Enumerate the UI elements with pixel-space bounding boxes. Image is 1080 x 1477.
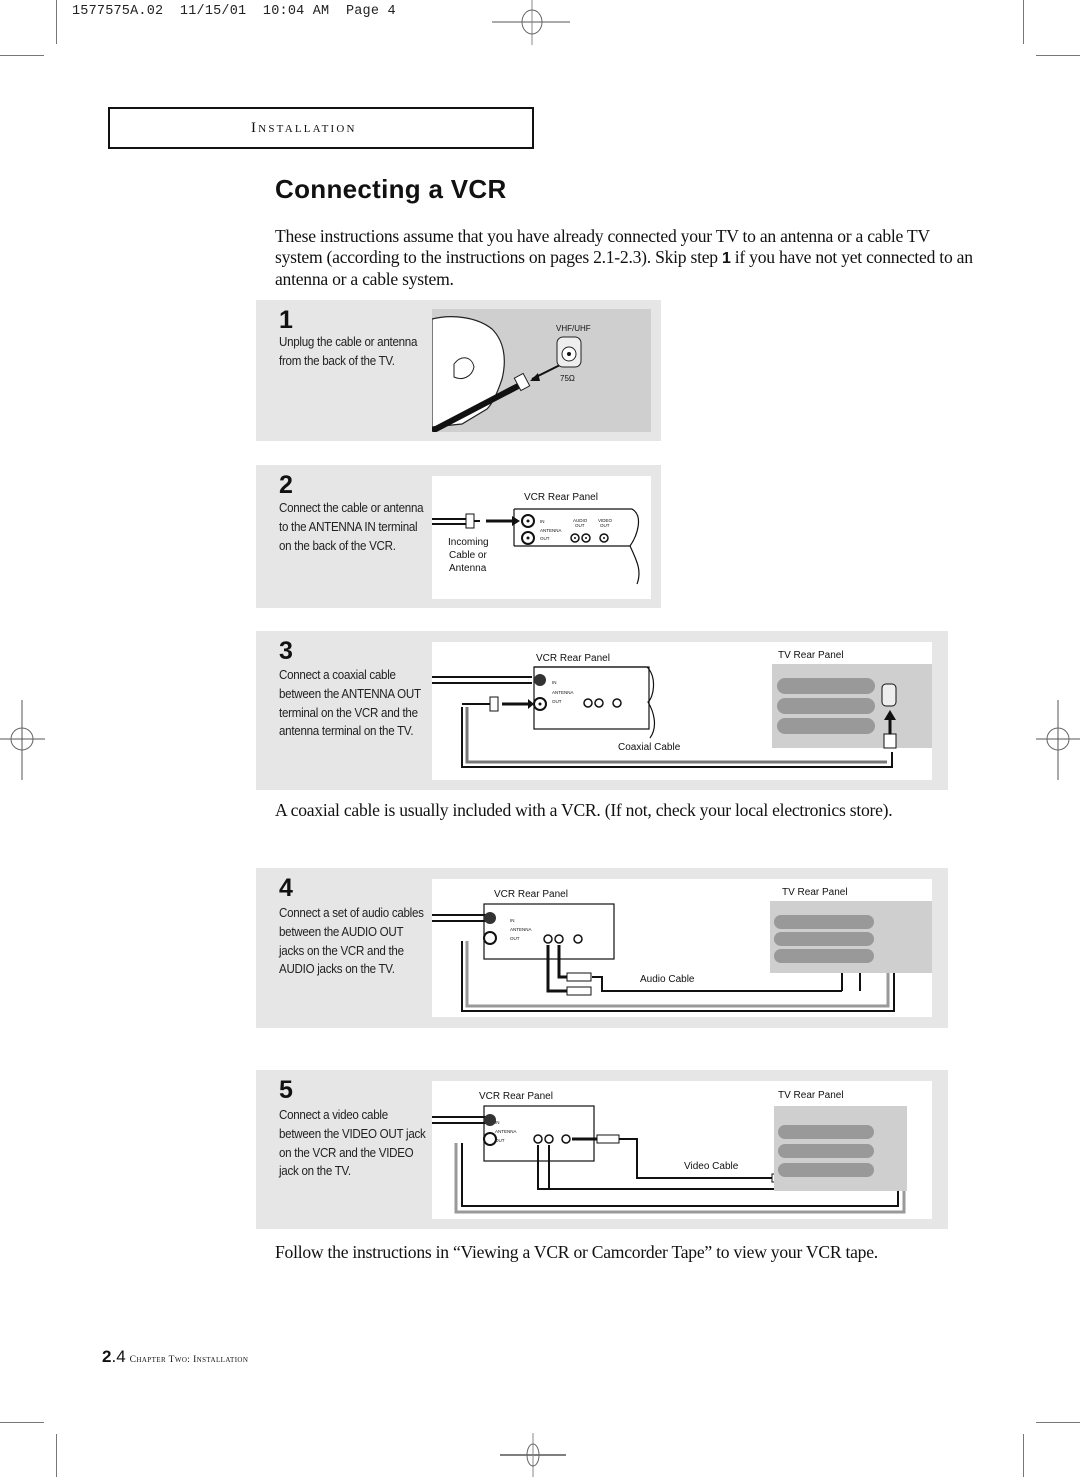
tv-jack-rows (777, 678, 875, 734)
registration-mark-icon (1036, 700, 1080, 780)
svg-text:IN: IN (540, 519, 545, 524)
chapter-label: Chapter Two: Installation (129, 1355, 249, 1365)
step-text: Unplug the cable or antenna from the bac… (279, 335, 418, 368)
vcr-panel-title: VCR Rear Panel (536, 653, 610, 664)
svg-text:Cable or: Cable or (449, 550, 487, 561)
section-header: Installation (108, 107, 534, 149)
svg-text:ANTENNA: ANTENNA (495, 1129, 517, 1134)
svg-text:OUT: OUT (575, 523, 585, 528)
crop-mark (1036, 55, 1080, 56)
svg-text:ANTENNA: ANTENNA (552, 690, 574, 695)
step-reference: 1 (721, 249, 731, 267)
crop-mark (1023, 1434, 1024, 1477)
impedance-label: 75Ω (560, 374, 575, 383)
tv-panel-title: TV Rear Panel (782, 887, 848, 898)
step-3: 3 Connect a coaxial cable between the AN… (256, 631, 948, 790)
page-footer: 2.4 Chapter Two: Installation (102, 1347, 248, 1367)
svg-text:Antenna: Antenna (449, 563, 487, 574)
unplug-cable-illustration: VHF/UHF 75Ω (432, 316, 591, 432)
vcr-rear-panel (533, 666, 650, 730)
intro-paragraph: These instructions assume that you have … (275, 226, 973, 289)
svg-text:IN: IN (510, 918, 515, 923)
step-text: Connect the cable or antenna to the ANTE… (279, 501, 424, 553)
step-1-figure: VHF/UHF 75Ω (432, 309, 651, 432)
svg-text:OUT: OUT (600, 523, 610, 528)
step-3-figure: VCR Rear Panel IN ANTENNA OUT Coaxial Cabl… (432, 642, 932, 780)
vcr-panel-title: VCR Rear Panel (479, 1091, 553, 1102)
svg-text:IN: IN (552, 680, 557, 685)
vhf-uhf-label: VHF/UHF (556, 324, 591, 333)
crop-mark (1023, 0, 1024, 44)
step-number: 4 (279, 874, 293, 902)
svg-text:ANTENNA: ANTENNA (540, 528, 562, 533)
tv-panel-title: TV Rear Panel (778, 650, 844, 661)
svg-text:OUT: OUT (552, 699, 562, 704)
crop-mark (56, 0, 57, 44)
closing-paragraph: Follow the instructions in “Viewing a VC… (275, 1242, 878, 1262)
tv-panel-title: TV Rear Panel (778, 1090, 844, 1101)
step-4: 4 Connect a set of audio cables between … (256, 868, 948, 1028)
step-2: 2 Connect the cable or antenna to the AN… (256, 465, 661, 608)
section-header-label: Installation (251, 120, 357, 136)
coax-connector-icon (465, 513, 475, 529)
svg-text:Incoming: Incoming (448, 537, 489, 548)
page-title: Connecting a VCR (275, 174, 507, 204)
page-number: 2.4 (102, 1347, 126, 1366)
svg-text:ANTENNA: ANTENNA (510, 927, 532, 932)
step-number: 3 (279, 637, 293, 665)
registration-mark-icon (492, 0, 570, 45)
cable-label: Coaxial Cable (618, 742, 681, 753)
step-text: Connect a set of audio cables between th… (279, 906, 424, 977)
crop-mark (56, 1434, 57, 1477)
step-1: 1 Unplug the cable or antenna from the b… (256, 300, 661, 441)
step-4-figure: VCR Rear Panel IN ANTENNA OUT Audio Cable … (432, 879, 932, 1017)
crop-mark (0, 55, 44, 56)
step-number: 2 (279, 471, 293, 499)
cable-label: Video Cable (684, 1161, 739, 1172)
step-5: 5 Connect a video cable between the VIDE… (256, 1070, 948, 1229)
vcr-panel-title: VCR Rear Panel (494, 889, 568, 900)
print-slug: 1577575A.02 11/15/01 10:04 AM Page 4 (72, 4, 396, 19)
svg-text:IN: IN (495, 1120, 500, 1125)
step-2-figure: VCR Rear Panel IN ANTENNA OUT AUDIO OUT … (432, 476, 651, 599)
svg-text:OUT: OUT (495, 1138, 505, 1143)
note-paragraph: A coaxial cable is usually included with… (275, 800, 893, 820)
registration-mark-icon (500, 1433, 566, 1477)
step-number: 5 (279, 1076, 293, 1104)
step-number: 1 (279, 306, 293, 334)
step-5-figure: VCR Rear Panel IN ANTENNA OUT Video Cable … (432, 1081, 932, 1219)
vcr-panel-title: VCR Rear Panel (524, 492, 598, 503)
registration-mark-icon (0, 700, 45, 780)
step-text: Connect a video cable between the VIDEO … (279, 1108, 426, 1179)
svg-text:OUT: OUT (510, 936, 520, 941)
svg-text:OUT: OUT (540, 536, 550, 541)
crop-mark (1036, 1422, 1080, 1423)
cable-label: Audio Cable (640, 974, 695, 985)
crop-mark (0, 1422, 44, 1423)
step-text: Connect a coaxial cable between the ANTE… (279, 668, 421, 739)
